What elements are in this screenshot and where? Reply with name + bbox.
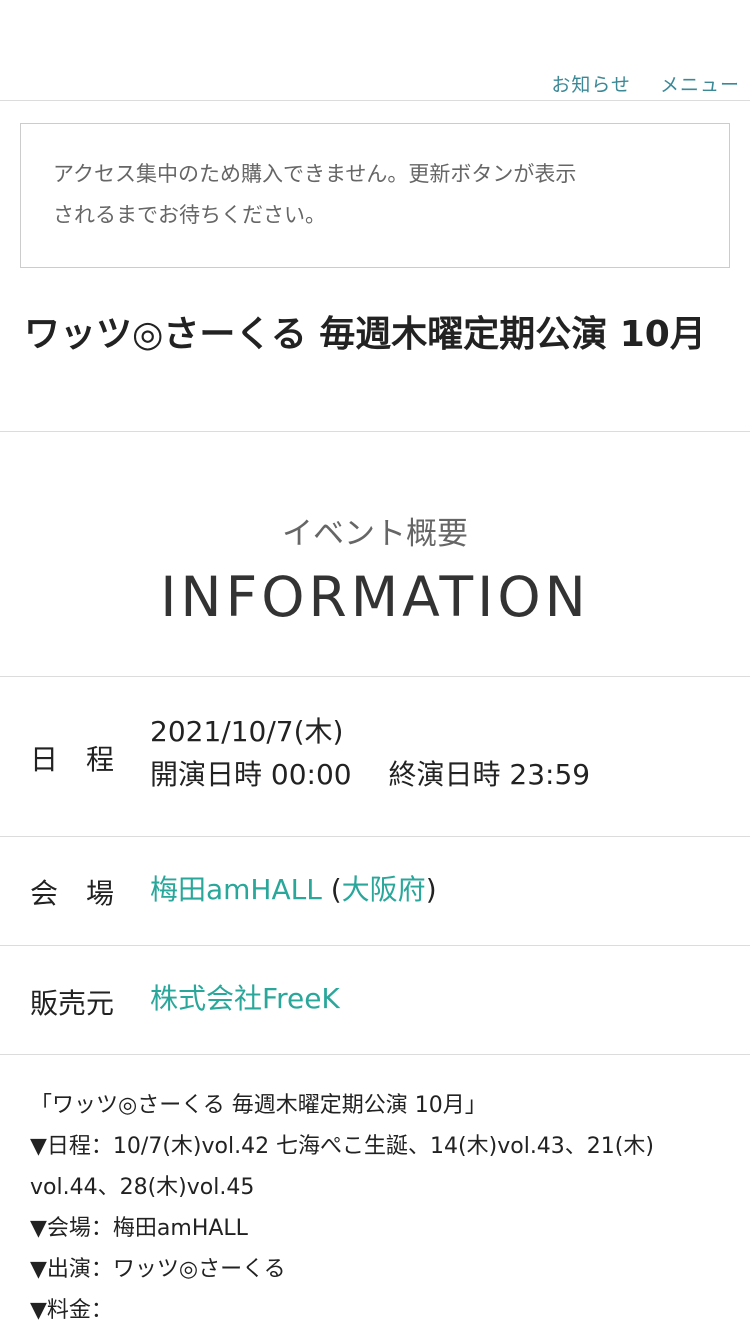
divider <box>0 945 750 946</box>
top-nav: お知らせ メニュー <box>0 0 750 101</box>
venue-label: 会 場 <box>30 877 115 910</box>
venue-link[interactable]: 梅田amHALL <box>150 873 322 906</box>
page: お知らせ メニュー アクセス集中のため購入できません。更新ボタンが表示 されるま… <box>0 0 750 1334</box>
schedule-date: 2021/10/7(木) <box>150 715 344 748</box>
seller-value: 株式会社FreeK <box>150 977 340 1020</box>
venue-paren-close: ) <box>425 873 437 906</box>
prefecture-link[interactable]: 大阪府 <box>342 873 426 906</box>
schedule-label: 日 程 <box>30 743 115 776</box>
event-title: ワッツ◎さーくる 毎週木曜定期公演 10月 <box>24 314 706 355</box>
notice-line-2: されるまでお待ちください。 <box>53 203 326 227</box>
access-notice: アクセス集中のため購入できません。更新ボタンが表示 されるまでお待ちください。 <box>20 123 730 268</box>
schedule-times: 開演日時 00:00 終演日時 23:59 <box>150 758 591 791</box>
news-link[interactable]: お知らせ <box>551 74 631 96</box>
venue-value: 梅田amHALL (大阪府) <box>150 868 437 911</box>
event-description: 「ワッツ◎さーくる 毎週木曜定期公演 10月」 ▼日程：10/7(木)vol.4… <box>30 1085 730 1331</box>
venue-paren-open: ( <box>321 873 342 906</box>
menu-link[interactable]: メニュー <box>660 74 740 96</box>
description-line: 「ワッツ◎さーくる 毎週木曜定期公演 10月」 <box>30 1093 487 1118</box>
divider <box>0 1054 750 1055</box>
schedule-value: 2021/10/7(木) 開演日時 00:00 終演日時 23:59 <box>150 710 590 796</box>
divider <box>0 676 750 677</box>
info-subtitle: イベント概要 <box>282 516 468 552</box>
description-line: ▼会場：梅田amHALL <box>30 1216 248 1241</box>
info-heading: INFORMATION <box>160 565 590 629</box>
description-line: ▼料金： <box>30 1298 113 1323</box>
divider <box>0 836 750 837</box>
description-line: vol.44、28(木)vol.45 <box>30 1175 255 1200</box>
description-line: ▼出演：ワッツ◎さーくる <box>30 1257 286 1282</box>
nav-links: お知らせ メニュー <box>529 70 740 97</box>
notice-line-1: アクセス集中のため購入できません。更新ボタンが表示 <box>53 162 577 186</box>
description-line: ▼日程：10/7(木)vol.42 七海ぺこ生誕、14(木)vol.43、21(… <box>30 1134 654 1159</box>
seller-label: 販売元 <box>30 987 115 1020</box>
seller-link[interactable]: 株式会社FreeK <box>150 982 340 1015</box>
divider <box>0 431 750 432</box>
